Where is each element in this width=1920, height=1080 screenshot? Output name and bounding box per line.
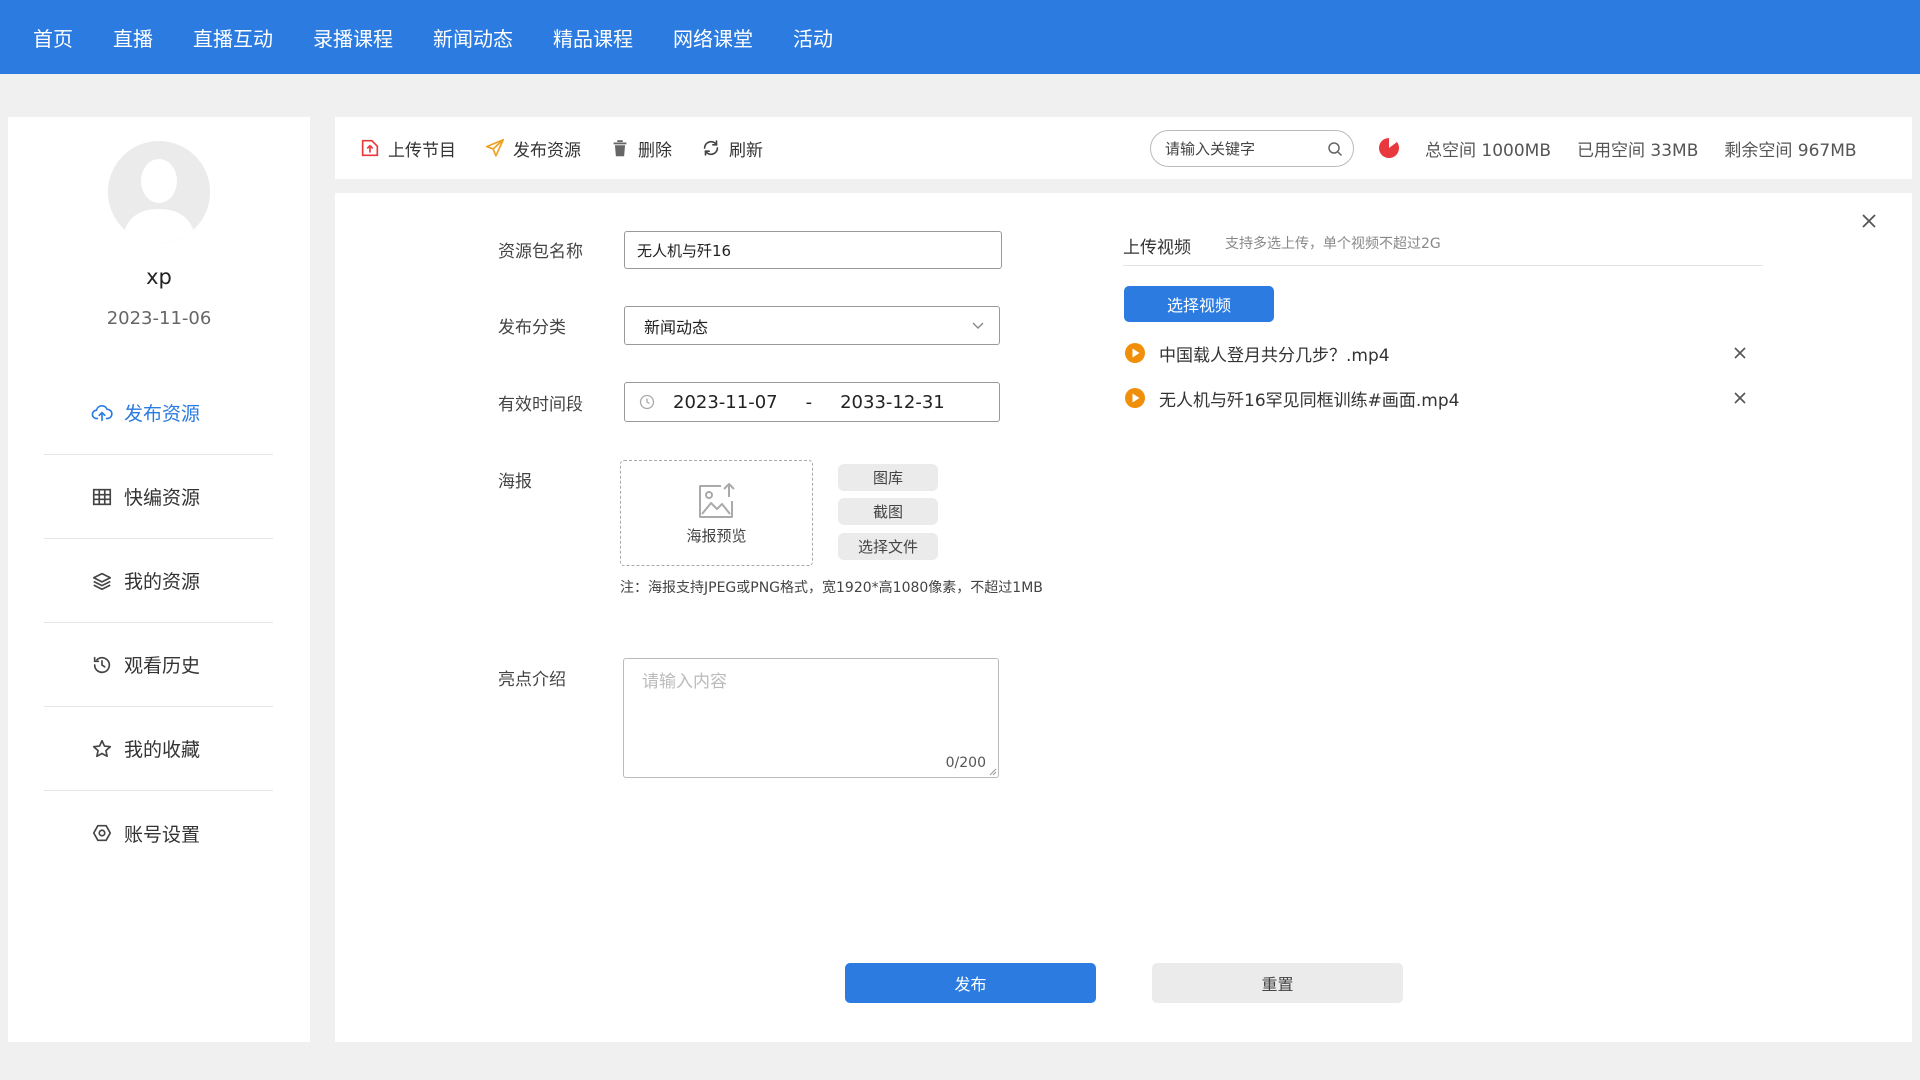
- user-date: 2023-11-06: [106, 308, 212, 329]
- sidebar-item-label: 发布资源: [124, 403, 201, 425]
- highlight-textarea-wrap: 0/200: [623, 658, 999, 778]
- sidebar-item-label: 账号设置: [124, 823, 201, 846]
- storage-info: 总空间 1000MB 已用空间 33MB 剩余空间 967MB: [1377, 117, 1883, 179]
- video-file-name: 中国载人登月共分几步？.mp4: [1159, 345, 1390, 366]
- username: xp: [146, 265, 172, 289]
- choose-video-button[interactable]: 选择视频: [1124, 286, 1274, 322]
- upload-video-hint: 支持多选上传，单个视频不超过2G: [1225, 236, 1441, 252]
- sidebar: xp 2023-11-06 发布资源 快编资源 我的资源 观看历史 我的收藏 账…: [8, 117, 310, 1042]
- upload-divider: [1123, 265, 1763, 266]
- settings-icon: [90, 821, 114, 845]
- nav-item-online-classroom[interactable]: 网络课堂: [673, 23, 753, 52]
- image-upload-icon: [698, 482, 735, 518]
- sidebar-item-label: 快编资源: [124, 487, 201, 509]
- search-input[interactable]: [1165, 139, 1315, 158]
- publish-form-panel: 资源包名称 发布分类 新闻动态 有效时间段 2023-11-07 - 2033-…: [335, 193, 1912, 1042]
- sidebar-item-publish-resource[interactable]: 发布资源: [44, 371, 273, 455]
- sidebar-item-watch-history[interactable]: 观看历史: [44, 623, 273, 707]
- nav-item-recorded-courses[interactable]: 录播课程: [313, 23, 393, 52]
- total-space: 总空间 1000MB: [1425, 140, 1551, 161]
- nav-item-live[interactable]: 直播: [113, 23, 153, 52]
- resource-name-input[interactable]: [625, 232, 1001, 268]
- nav-item-activities[interactable]: 活动: [793, 23, 833, 52]
- sidebar-item-quick-edit[interactable]: 快编资源: [44, 455, 273, 539]
- sidebar-menu: 发布资源 快编资源 我的资源 观看历史 我的收藏 账号设置: [44, 371, 273, 875]
- choose-file-button[interactable]: 选择文件: [838, 533, 938, 560]
- sidebar-item-my-resources[interactable]: 我的资源: [44, 539, 273, 623]
- nav-item-news[interactable]: 新闻动态: [433, 23, 513, 52]
- layers-icon: [90, 569, 114, 593]
- name-label: 资源包名称: [498, 242, 583, 262]
- upload-program-button[interactable]: 上传节目: [359, 136, 456, 161]
- search-icon[interactable]: [1327, 141, 1343, 157]
- screenshot-button[interactable]: 截图: [838, 498, 938, 525]
- free-space: 剩余空间 967MB: [1724, 140, 1857, 161]
- char-counter: 0/200: [945, 755, 986, 771]
- highlight-textarea[interactable]: [624, 659, 998, 777]
- clock-icon: [639, 394, 655, 410]
- used-space: 已用空间 33MB: [1577, 140, 1699, 161]
- video-file-item: 中国载人登月共分几步？.mp4: [1124, 338, 1748, 368]
- highlight-label: 亮点介绍: [498, 670, 566, 690]
- trash-icon: [613, 140, 627, 157]
- toolbar: 上传节目 发布资源 删除 刷新 总空间 1000MB 已用空间 33MB: [335, 117, 1912, 179]
- remove-file-icon[interactable]: [1732, 345, 1748, 361]
- video-file-item: 无人机与歼16罕见同框训练#画面.mp4: [1124, 383, 1748, 413]
- cloud-upload-icon: [90, 401, 114, 425]
- sidebar-item-label: 我的收藏: [124, 739, 201, 761]
- paper-plane-icon: [485, 138, 505, 157]
- delete-button[interactable]: 删除: [609, 136, 672, 161]
- play-icon: [1125, 343, 1145, 363]
- chevron-down-icon: [972, 322, 984, 329]
- sidebar-item-label: 观看历史: [124, 655, 201, 677]
- category-select[interactable]: 新闻动态: [624, 306, 1000, 345]
- poster-preview-box[interactable]: 海报预览: [620, 460, 813, 566]
- play-icon: [1125, 388, 1145, 408]
- sidebar-item-account-settings[interactable]: 账号设置: [44, 791, 273, 875]
- nav-item-home[interactable]: 首页: [33, 23, 73, 52]
- search-box: [1150, 130, 1354, 167]
- avatar[interactable]: [108, 141, 210, 243]
- sidebar-item-favorites[interactable]: 我的收藏: [44, 707, 273, 791]
- date-end: 2033-12-31: [840, 391, 945, 413]
- sidebar-item-label: 我的资源: [124, 571, 201, 593]
- upload-file-icon: [361, 139, 379, 157]
- grid-icon: [90, 485, 114, 509]
- user-avatar-icon: [108, 141, 210, 243]
- close-icon: [1862, 214, 1876, 228]
- top-nav: 首页 直播 直播互动 录播课程 新闻动态 精品课程 网络课堂 活动: [0, 0, 1920, 74]
- period-label: 有效时间段: [498, 395, 583, 415]
- nav-item-premium-courses[interactable]: 精品课程: [553, 23, 633, 52]
- pie-chart-icon: [1379, 138, 1399, 158]
- poster-label: 海报: [498, 472, 532, 492]
- category-value: 新闻动态: [644, 317, 709, 337]
- nav-item-live-interact[interactable]: 直播互动: [193, 23, 273, 52]
- upload-video-title: 上传视频: [1123, 238, 1191, 258]
- poster-preview-text: 海报预览: [686, 526, 747, 545]
- history-icon: [90, 653, 114, 677]
- video-file-name: 无人机与歼16罕见同框训练#画面.mp4: [1159, 390, 1460, 411]
- gallery-button[interactable]: 图库: [838, 464, 938, 491]
- resize-grip-icon[interactable]: [989, 768, 997, 776]
- remove-file-icon[interactable]: [1732, 390, 1748, 406]
- publish-resource-button[interactable]: 发布资源: [484, 136, 581, 161]
- date-start: 2023-11-07: [673, 391, 778, 413]
- close-button[interactable]: [1855, 207, 1883, 235]
- poster-note: 注：海报支持JPEG或PNG格式，宽1920*高1080像素，不超过1MB: [620, 580, 1043, 596]
- refresh-icon: [703, 140, 719, 156]
- name-field-wrap: [624, 231, 1002, 269]
- refresh-button[interactable]: 刷新: [700, 136, 763, 161]
- date-separator: -: [805, 391, 813, 413]
- date-range-picker[interactable]: 2023-11-07 - 2033-12-31: [624, 382, 1000, 422]
- category-label: 发布分类: [498, 318, 566, 338]
- reset-button[interactable]: 重置: [1152, 963, 1403, 1003]
- publish-button[interactable]: 发布: [845, 963, 1096, 1003]
- star-icon: [90, 737, 114, 761]
